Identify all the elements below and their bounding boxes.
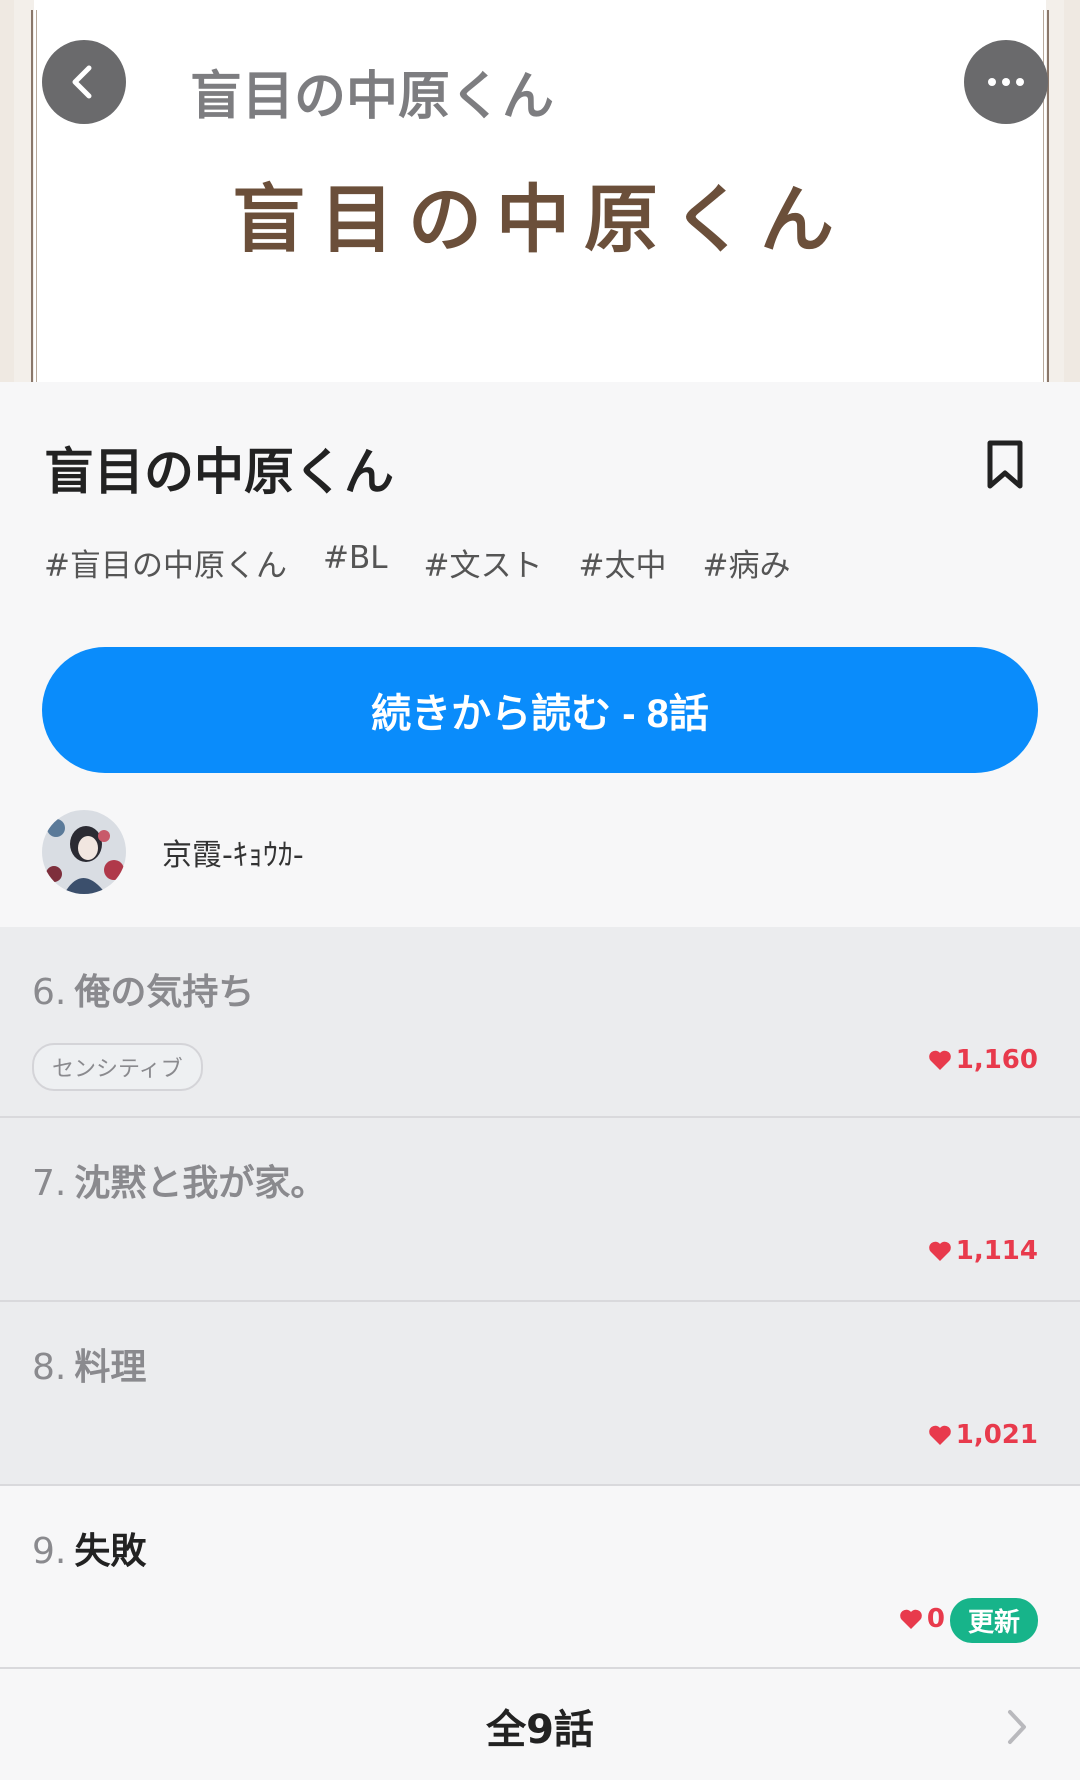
all-episodes-label: 全9話 <box>486 1707 594 1753</box>
chevron-right-icon <box>1008 1710 1026 1744</box>
sensitive-tag: センシティブ <box>32 1043 203 1091</box>
episode-title: 6. 俺の気持ち <box>32 972 255 1013</box>
work-title: 盲目の中原くん <box>44 443 394 501</box>
nav-title: 盲目の中原くん <box>190 67 555 127</box>
avatar <box>42 810 126 894</box>
like-count: 0 <box>899 1604 945 1634</box>
chevron-left-icon <box>72 65 92 99</box>
like-count: 1,160 <box>928 1045 1038 1075</box>
episode-row-7[interactable]: 7. 沈黙と我が家。 1,114 <box>0 1118 1080 1302</box>
tag-link[interactable]: #太中 <box>578 540 666 585</box>
author-link[interactable]: 京霞-ｷｮｳｶ- <box>42 810 304 894</box>
work-info: 盲目の中原くん #盲目の中原くん #BL #文スト #太中 #病み 続きから読む… <box>0 382 1080 927</box>
episode-row-8[interactable]: 8. 料理 1,021 <box>0 1302 1080 1486</box>
tag-link[interactable]: #盲目の中原くん <box>44 540 287 585</box>
cover-title: 盲目の中原くん <box>232 177 848 263</box>
tag-link[interactable]: #BL <box>323 540 388 585</box>
heart-icon <box>900 1609 922 1629</box>
heart-icon <box>928 1050 951 1070</box>
more-horizontal-icon <box>988 78 1024 86</box>
tag-link[interactable]: #文スト <box>424 540 543 585</box>
author-name: 京霞-ｷｮｳｶ- <box>162 838 304 873</box>
episode-row-6[interactable]: 6. 俺の気持ち センシティブ 1,160 <box>0 927 1080 1118</box>
all-episodes-link[interactable]: 全9話 <box>0 1669 1080 1780</box>
continue-reading-button[interactable]: 続きから読む - 8話 <box>42 647 1038 773</box>
more-button[interactable] <box>964 40 1048 124</box>
update-badge: 更新 <box>949 1598 1038 1643</box>
like-count: 1,021 <box>928 1420 1038 1450</box>
episode-title: 9. 失敗 <box>32 1531 147 1572</box>
like-count: 1,114 <box>928 1236 1038 1266</box>
episode-row-9[interactable]: 9. 失敗 0 更新 <box>0 1486 1080 1669</box>
episode-title: 8. 料理 <box>32 1347 147 1388</box>
tag-link[interactable]: #病み <box>702 540 790 585</box>
heart-icon <box>928 1241 951 1261</box>
back-button[interactable] <box>42 40 126 124</box>
bookmark-button[interactable] <box>985 440 1025 490</box>
bookmark-icon <box>987 440 1023 489</box>
heart-icon <box>928 1425 951 1445</box>
tag-list: #盲目の中原くん #BL #文スト #太中 #病み <box>44 540 790 585</box>
episode-title: 7. 沈黙と我が家。 <box>32 1163 327 1204</box>
